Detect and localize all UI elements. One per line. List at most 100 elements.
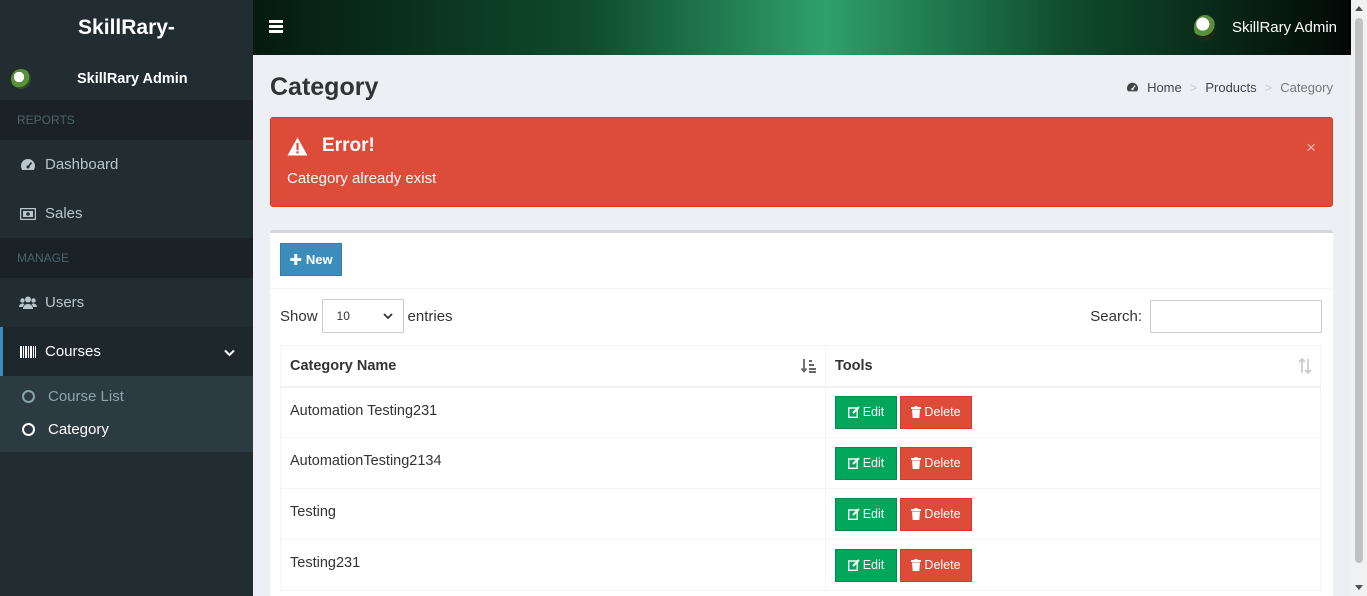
breadcrumb-home[interactable]: Home [1147, 80, 1182, 95]
new-button-label: New [305, 252, 333, 267]
search-input[interactable] [1150, 299, 1322, 333]
trash-icon [911, 559, 922, 571]
plus-icon: ✚ [289, 251, 302, 269]
table-body: Automation Testing231 Edit Delete Automa… [280, 386, 1321, 591]
courses-submenu: Course List Category [0, 376, 253, 452]
new-button[interactable]: ✚ New [280, 243, 342, 276]
scroll-down-icon[interactable] [1355, 585, 1363, 590]
entries-select-value: 10 [336, 309, 350, 323]
delete-button-label: Delete [924, 405, 961, 420]
table-row: Testing231 Edit Delete [280, 539, 1321, 591]
sidebar-subitem-course-list[interactable]: Course List [0, 380, 253, 413]
edit-button-label: Edit [862, 456, 885, 470]
tools-cell: Edit Delete [825, 539, 1321, 591]
category-name-cell: AutomationTesting2134 [280, 437, 826, 489]
entries-length: Show 10 entries [280, 299, 453, 333]
page-scrollbar[interactable] [1351, 0, 1367, 596]
table-row: Automation Testing231 Edit Delete [280, 386, 1321, 438]
barcode-icon [19, 345, 37, 358]
sidebar-item-label: Dashboard [45, 156, 119, 173]
user-menu[interactable]: SkillRary Admin [1193, 0, 1337, 55]
close-icon[interactable]: × [1306, 138, 1316, 158]
entries-label: entries [407, 307, 453, 325]
entries-select[interactable]: 10 [321, 299, 404, 333]
alert-title: Error! [287, 135, 375, 157]
trash-icon [911, 508, 922, 520]
edit-button[interactable]: Edit [835, 446, 897, 480]
edit-button-label: Edit [862, 507, 885, 521]
dashboard-icon [1126, 82, 1139, 93]
content-wrapper: Category Home > Products > Category Erro… [253, 55, 1351, 596]
delete-button[interactable]: Delete [900, 395, 972, 429]
search-label: Search: [1090, 307, 1142, 325]
sidebar-item-dashboard[interactable]: Dashboard [0, 140, 253, 189]
app-logo[interactable]: SkillRary- [0, 0, 253, 55]
money-icon [19, 207, 37, 220]
show-label: Show [280, 307, 318, 325]
tools-cell: Edit Delete [825, 437, 1321, 489]
circle-icon [22, 390, 35, 403]
edit-icon [847, 406, 860, 419]
category-name-cell: Testing [280, 488, 826, 540]
sidebar-item-users[interactable]: Users [0, 278, 253, 327]
scrollbar-thumb[interactable] [1355, 18, 1363, 563]
sidebar-item-sales[interactable]: Sales [0, 189, 253, 238]
edit-button[interactable]: Edit [835, 497, 897, 531]
table-search: Search: [1090, 299, 1322, 333]
sidebar-subitem-label: Course List [48, 388, 124, 405]
breadcrumb-separator: > [1264, 80, 1273, 95]
sidebar-subitem-label: Category [48, 421, 109, 438]
dashboard-icon [19, 158, 37, 172]
chevron-down-icon [224, 344, 235, 361]
column-header-label: Category Name [290, 357, 397, 374]
sidebar-subitem-category[interactable]: Category [0, 413, 253, 446]
page-title: Category [270, 73, 379, 101]
users-icon [19, 296, 37, 309]
error-alert: Error! Category already exist × [270, 117, 1333, 207]
tools-cell: Edit Delete [825, 488, 1321, 540]
sidebar-item-courses[interactable]: Courses [0, 327, 253, 376]
edit-button-label: Edit [862, 558, 885, 572]
delete-button[interactable]: Delete [900, 497, 972, 531]
edit-button[interactable]: Edit [835, 395, 897, 429]
edit-button[interactable]: Edit [835, 548, 897, 582]
user-panel-name: SkillRary Admin [77, 71, 188, 87]
chevron-down-icon [382, 309, 393, 323]
breadcrumb-products[interactable]: Products [1205, 80, 1256, 95]
user-avatar [1193, 14, 1216, 41]
delete-button-label: Delete [924, 456, 961, 470]
box-header: ✚ New [270, 233, 1333, 289]
sort-ascending-icon [800, 358, 817, 378]
delete-button-label: Delete [924, 558, 961, 572]
user-menu-name: SkillRary Admin [1231, 19, 1337, 36]
column-header-category-name[interactable]: Category Name [280, 345, 826, 388]
scroll-up-icon[interactable] [1355, 6, 1363, 11]
user-avatar [11, 69, 31, 89]
category-name-cell: Testing231 [280, 539, 826, 591]
top-navbar: SkillRary Admin [253, 0, 1351, 55]
delete-button[interactable]: Delete [900, 446, 972, 480]
tools-cell: Edit Delete [825, 386, 1321, 438]
breadcrumb: Home > Products > Category [1126, 80, 1333, 95]
table-controls: Show 10 entries Search: [280, 299, 1322, 333]
sidebar-item-label: Users [45, 294, 85, 311]
sidebar-header-reports: REPORTS [0, 100, 253, 140]
table-header-row: Category Name Tools [280, 345, 1321, 388]
delete-button-label: Delete [924, 507, 961, 521]
edit-icon [847, 457, 860, 469]
column-header-label: Tools [835, 357, 873, 374]
breadcrumb-separator: > [1189, 80, 1198, 95]
sort-icon [1298, 357, 1312, 378]
category-table: Category Name Tools Automation Testing23… [280, 345, 1321, 591]
sidebar-item-label: Sales [45, 205, 83, 222]
table-row: Testing Edit Delete [280, 488, 1321, 540]
breadcrumb-current: Category [1280, 80, 1333, 95]
alert-title-text: Error! [322, 135, 375, 156]
warning-icon [287, 137, 308, 156]
trash-icon [911, 406, 922, 419]
delete-button[interactable]: Delete [900, 548, 972, 582]
column-header-tools[interactable]: Tools [825, 345, 1321, 388]
sidebar-toggle-button[interactable] [269, 20, 283, 33]
alert-message: Category already exist [287, 170, 437, 187]
sidebar-header-manage: MANAGE [0, 238, 253, 278]
